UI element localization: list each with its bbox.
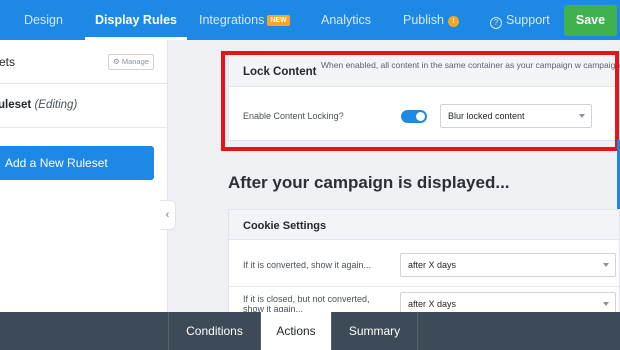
tab-summary[interactable]: Summary <box>331 312 418 350</box>
row-divider <box>229 286 619 287</box>
ruleset-name-text: uleset <box>0 99 32 111</box>
tab-support-label: Support <box>506 13 550 27</box>
highlight-box <box>221 51 619 151</box>
bottom-tab-bar: Conditions Actions Summary <box>0 312 620 350</box>
tab-integrations[interactable]: Integrations NEW <box>199 0 290 40</box>
closed-delay-value: after X days <box>408 299 457 309</box>
tab-support[interactable]: ? Support <box>490 0 550 40</box>
ruleset-item[interactable]: uleset (Editing) <box>0 84 168 128</box>
tab-design[interactable]: Design <box>24 0 63 40</box>
after-campaign-heading: After your campaign is displayed... <box>228 173 510 192</box>
tab-analytics[interactable]: Analytics <box>321 0 371 40</box>
tab-display-rules[interactable]: Display Rules <box>85 0 187 40</box>
publish-alert-badge: ! <box>448 16 459 27</box>
converted-delay-select[interactable]: after X days <box>400 253 616 277</box>
tab-analytics-label: Analytics <box>321 13 372 27</box>
collapse-sidebar-icon[interactable]: ‹ <box>160 200 176 230</box>
ruleset-name: uleset (Editing) <box>0 99 77 111</box>
top-nav: Design Display Rules Integrations NEW Ana… <box>0 0 620 40</box>
manage-button[interactable]: ⚙ Manage <box>108 54 154 70</box>
gear-icon: ⚙ <box>113 57 122 66</box>
ruleset-state: (Editing) <box>34 99 78 111</box>
chevron-down-icon <box>603 302 609 306</box>
sidebar-header: ets ⚙ Manage <box>0 40 168 84</box>
new-badge: NEW <box>267 15 290 26</box>
help-icon: ? <box>490 17 502 29</box>
tab-actions[interactable]: Actions <box>260 312 331 350</box>
chevron-down-icon <box>603 263 609 267</box>
cookie-settings-card: Cookie Settings If it is converted, show… <box>228 209 620 319</box>
converted-delay-value: after X days <box>408 260 457 270</box>
cookie-settings-title: Cookie Settings <box>243 220 327 232</box>
tab-publish-label: Publish <box>403 13 444 27</box>
save-button[interactable]: Save <box>564 5 617 36</box>
tab-display-rules-label: Display Rules <box>95 13 177 27</box>
sidebar-title: ets <box>0 55 16 69</box>
manage-label: Manage <box>121 57 149 66</box>
tab-integrations-label: Integrations <box>199 13 265 27</box>
converted-label: If it is converted, show it again... <box>243 260 372 270</box>
cookie-settings-header: Cookie Settings <box>229 210 619 240</box>
ruleset-sidebar: ets ⚙ Manage uleset (Editing) Add a New … <box>0 40 176 312</box>
tab-design-label: Design <box>24 13 63 27</box>
add-ruleset-button[interactable]: Add a New Ruleset <box>0 146 154 180</box>
tab-publish[interactable]: Publish! <box>403 0 459 40</box>
closed-label: If it is closed, but not converted, show… <box>243 294 370 314</box>
tab-conditions[interactable]: Conditions <box>168 312 260 350</box>
